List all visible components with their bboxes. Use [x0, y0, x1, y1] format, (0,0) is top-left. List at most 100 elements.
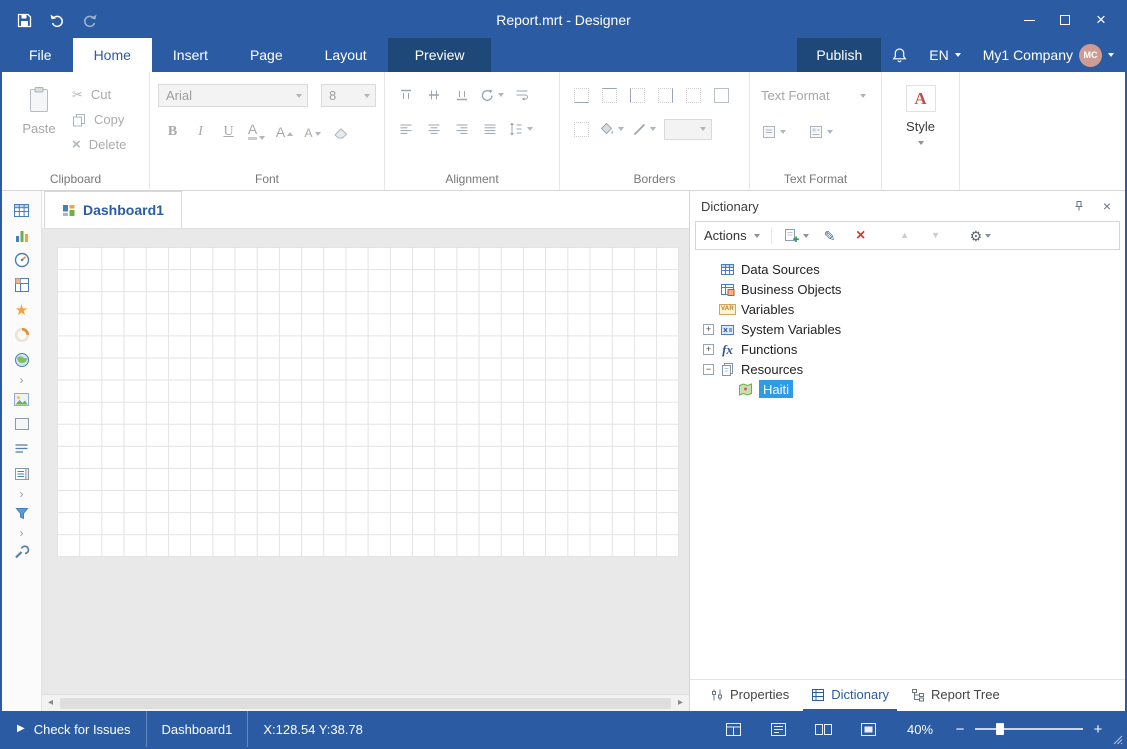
dictionary-settings-button[interactable]: ⚙: [970, 226, 992, 246]
horizontal-scrollbar[interactable]: ◂ ▸: [42, 694, 689, 711]
tab-insert[interactable]: Insert: [152, 38, 229, 72]
redo-button[interactable]: [80, 10, 100, 30]
zoom-slider-thumb[interactable]: [996, 723, 1004, 735]
online-map-tool[interactable]: [10, 350, 34, 370]
design-viewport[interactable]: [42, 228, 689, 694]
progress-tool[interactable]: [10, 325, 34, 345]
more-charts-chevron[interactable]: ›: [10, 375, 34, 384]
scroll-left-arrow[interactable]: ◂: [42, 698, 59, 708]
number-format-button[interactable]: [761, 121, 786, 143]
tab-file[interactable]: File: [8, 38, 73, 72]
align-left-button[interactable]: [396, 118, 416, 140]
tools-button[interactable]: [10, 542, 34, 562]
border-right-button[interactable]: [655, 84, 675, 106]
tab-layout[interactable]: Layout: [304, 38, 388, 72]
panel-tool[interactable]: [10, 414, 34, 434]
filter-tool[interactable]: [10, 503, 34, 523]
actions-button[interactable]: Actions: [704, 228, 760, 243]
scrollbar-thumb[interactable]: [60, 698, 671, 709]
view-dashboard-button[interactable]: [711, 722, 756, 737]
move-down-button[interactable]: ▼: [926, 226, 946, 246]
pin-panel-button[interactable]: [1070, 197, 1088, 215]
tree-item-data-sources[interactable]: Data Sources: [703, 259, 1125, 279]
bold-button[interactable]: B: [161, 120, 184, 142]
border-width-select[interactable]: [664, 119, 712, 140]
tree-item-business-objects[interactable]: Business Objects: [703, 279, 1125, 299]
notifications-button[interactable]: [881, 38, 918, 72]
border-all-button[interactable]: [711, 84, 731, 106]
text-format-dropdown[interactable]: [855, 84, 871, 107]
new-item-button[interactable]: [783, 226, 809, 246]
italic-button[interactable]: I: [189, 120, 212, 142]
publish-button[interactable]: Publish: [797, 38, 881, 72]
text-angle-button[interactable]: [480, 84, 504, 106]
border-bottom-button[interactable]: [571, 84, 591, 106]
tab-properties[interactable]: Properties: [702, 680, 797, 711]
conditions-button[interactable]: [808, 121, 833, 143]
delete-item-button[interactable]: ×: [851, 226, 871, 246]
view-zoom-one-button[interactable]: [846, 722, 891, 737]
clear-formatting-button[interactable]: [329, 120, 352, 142]
account-menu[interactable]: My1 Company MC: [972, 38, 1125, 72]
dashboard-grid-canvas[interactable]: [57, 247, 679, 557]
tab-home[interactable]: Home: [73, 38, 152, 72]
word-wrap-button[interactable]: [512, 84, 532, 106]
border-top-button[interactable]: [599, 84, 619, 106]
view-page-width-button[interactable]: [756, 722, 801, 737]
resize-grip[interactable]: [1109, 711, 1125, 747]
tab-preview[interactable]: Preview: [388, 38, 492, 72]
delete-button[interactable]: × Delete: [72, 137, 126, 152]
view-whole-page-button[interactable]: [801, 722, 846, 737]
chevron-down-icon[interactable]: [918, 141, 924, 145]
shrink-font-button[interactable]: A: [301, 120, 324, 142]
expand-icon[interactable]: +: [703, 344, 714, 355]
close-panel-button[interactable]: ×: [1098, 197, 1116, 215]
font-size-dropdown[interactable]: [359, 85, 375, 106]
border-width-dropdown[interactable]: [695, 120, 711, 139]
maximize-button[interactable]: [1047, 7, 1083, 33]
copy-button[interactable]: Copy: [72, 112, 126, 127]
font-family-select[interactable]: Arial: [158, 84, 308, 107]
table-tool[interactable]: [10, 200, 34, 220]
border-left-button[interactable]: [627, 84, 647, 106]
line-spacing-button[interactable]: [508, 118, 533, 140]
language-selector[interactable]: EN: [918, 38, 971, 72]
align-justify-button[interactable]: [480, 118, 500, 140]
tree-item-functions[interactable]: + fx Functions: [703, 339, 1125, 359]
grow-font-button[interactable]: A: [273, 120, 296, 142]
tab-dictionary[interactable]: Dictionary: [803, 680, 897, 711]
zoom-level[interactable]: 40%: [891, 722, 949, 737]
align-top-button[interactable]: [396, 84, 416, 106]
scroll-right-arrow[interactable]: ▸: [672, 698, 689, 708]
text-format-select[interactable]: Text Format: [761, 84, 871, 107]
align-middle-button[interactable]: [424, 84, 444, 106]
style-button[interactable]: A: [906, 85, 936, 112]
tab-page[interactable]: Page: [229, 38, 304, 72]
font-size-select[interactable]: 8: [321, 84, 376, 107]
active-page-name[interactable]: Dashboard1: [147, 711, 248, 747]
tree-item-variables[interactable]: VAR Variables: [703, 299, 1125, 319]
font-color-button[interactable]: A: [245, 120, 268, 142]
collapse-icon[interactable]: −: [703, 364, 714, 375]
page-tab-dashboard1[interactable]: Dashboard1: [44, 191, 182, 228]
border-none-button[interactable]: [683, 84, 703, 106]
zoom-slider[interactable]: [975, 728, 1083, 730]
expand-icon[interactable]: +: [703, 324, 714, 335]
gauge-tool[interactable]: [10, 250, 34, 270]
text-tool[interactable]: [10, 439, 34, 459]
tree-item-system-variables[interactable]: + System Variables: [703, 319, 1125, 339]
check-for-issues-button[interactable]: ▶ Check for Issues: [2, 711, 146, 747]
underline-button[interactable]: U: [217, 120, 240, 142]
image-tool[interactable]: [10, 389, 34, 409]
zoom-in-button[interactable]: +: [1087, 721, 1109, 738]
list-box-tool[interactable]: [10, 464, 34, 484]
zoom-out-button[interactable]: −: [949, 721, 971, 738]
border-style-button[interactable]: [632, 118, 656, 140]
align-right-button[interactable]: [452, 118, 472, 140]
move-up-button[interactable]: ▲: [895, 226, 915, 246]
undo-button[interactable]: [47, 10, 67, 30]
close-button[interactable]: ×: [1083, 7, 1119, 33]
indicator-tool[interactable]: ★: [10, 300, 34, 320]
pivot-table-tool[interactable]: [10, 275, 34, 295]
edit-item-button[interactable]: ✎: [820, 226, 840, 246]
